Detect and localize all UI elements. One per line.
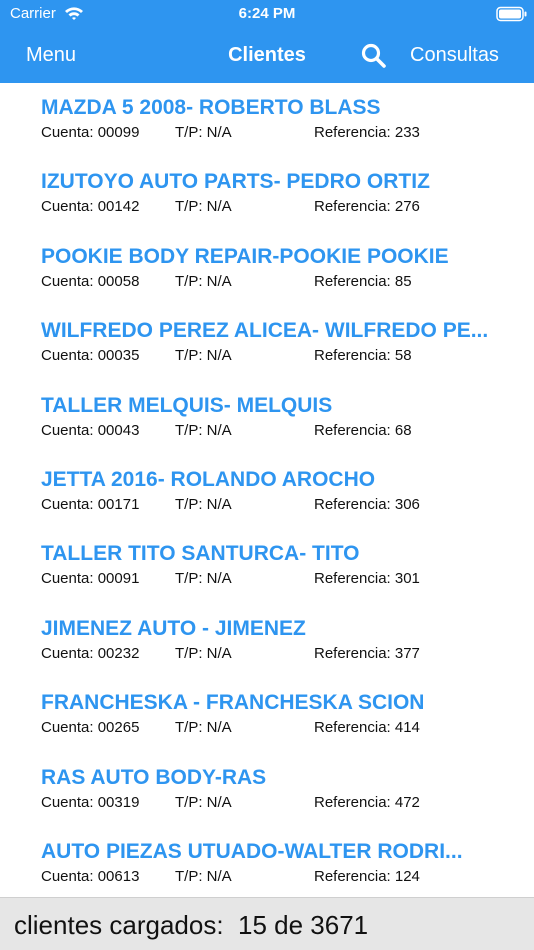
client-details: Cuenta: 00142 T/P: N/A Referencia: 276 (41, 197, 521, 217)
app-screen: Carrier 6:24 PM Menu Clientes Consultas (0, 0, 534, 950)
list-item[interactable]: IZUTOYO AUTO PARTS- PEDRO ORTIZ Cuenta: … (0, 157, 534, 231)
client-account: Cuenta: 00043 (41, 421, 140, 439)
list-item[interactable]: TALLER MELQUIS- MELQUIS Cuenta: 00043 T/… (0, 381, 534, 455)
client-account: Cuenta: 00058 (41, 272, 140, 290)
list-item[interactable]: AUTO PIEZAS UTUADO-WALTER RODRI... Cuent… (0, 827, 534, 897)
client-tp: T/P: N/A (175, 495, 232, 513)
client-account: Cuenta: 00232 (41, 644, 140, 662)
client-details: Cuenta: 00091 T/P: N/A Referencia: 301 (41, 569, 521, 589)
client-details: Cuenta: 00035 T/P: N/A Referencia: 58 (41, 346, 521, 366)
list-item[interactable]: WILFREDO PEREZ ALICEA- WILFREDO PE... Cu… (0, 306, 534, 380)
client-reference: Referencia: 306 (314, 495, 420, 513)
client-details: Cuenta: 00171 T/P: N/A Referencia: 306 (41, 495, 521, 515)
client-tp: T/P: N/A (175, 570, 232, 588)
client-reference: Referencia: 472 (314, 793, 420, 811)
client-list[interactable]: MAZDA 5 2008- ROBERTO BLASS Cuenta: 0009… (0, 83, 534, 897)
client-details: Cuenta: 00265 T/P: N/A Referencia: 414 (41, 718, 521, 738)
client-reference: Referencia: 124 (314, 867, 420, 885)
consultas-button[interactable]: Consultas (410, 42, 499, 68)
status-time: 6:24 PM (238, 5, 296, 22)
client-name: TALLER MELQUIS- MELQUIS (41, 393, 333, 417)
client-account: Cuenta: 00091 (41, 570, 140, 588)
client-name: FRANCHESKA - FRANCHESKA SCION (41, 691, 425, 715)
client-account: Cuenta: 00265 (41, 719, 140, 737)
client-tp: T/P: N/A (175, 793, 232, 811)
search-icon[interactable] (360, 42, 388, 70)
list-item[interactable]: FRANCHESKA - FRANCHESKA SCION Cuenta: 00… (0, 678, 534, 752)
client-details: Cuenta: 00058 T/P: N/A Referencia: 85 (41, 272, 521, 292)
client-account: Cuenta: 00613 (41, 867, 140, 885)
client-reference: Referencia: 276 (314, 198, 420, 216)
list-item[interactable]: JETTA 2016- ROLANDO AROCHO Cuenta: 00171… (0, 455, 534, 529)
client-reference: Referencia: 377 (314, 644, 420, 662)
client-reference: Referencia: 68 (314, 421, 412, 439)
client-tp: T/P: N/A (175, 198, 232, 216)
client-reference: Referencia: 233 (314, 124, 420, 141)
client-tp: T/P: N/A (175, 347, 232, 365)
client-account: Cuenta: 00171 (41, 495, 140, 513)
client-reference: Referencia: 301 (314, 570, 420, 588)
client-name: IZUTOYO AUTO PARTS- PEDRO ORTIZ (41, 170, 430, 194)
footer-bar: clientes cargados: 15 de 3671 (0, 897, 534, 950)
client-reference: Referencia: 58 (314, 347, 412, 365)
client-details: Cuenta: 00613 T/P: N/A Referencia: 124 (41, 867, 521, 887)
client-reference: Referencia: 414 (314, 719, 420, 737)
loaded-count-label: clientes cargados: 15 de 3671 (14, 910, 369, 940)
client-tp: T/P: N/A (175, 644, 232, 662)
header: Carrier 6:24 PM Menu Clientes Consultas (0, 0, 534, 83)
list-item[interactable]: MAZDA 5 2008- ROBERTO BLASS Cuenta: 0009… (0, 83, 534, 157)
nav-bar: Menu Clientes Consultas (0, 36, 534, 76)
client-name: WILFREDO PEREZ ALICEA- WILFREDO PE... (41, 319, 489, 343)
client-name: TALLER TITO SANTURCA- TITO (41, 542, 360, 566)
client-tp: T/P: N/A (175, 421, 232, 439)
client-account: Cuenta: 00319 (41, 793, 140, 811)
client-tp: T/P: N/A (175, 272, 232, 290)
client-name: MAZDA 5 2008- ROBERTO BLASS (41, 96, 381, 119)
client-details: Cuenta: 00099 T/P: N/A Referencia: 233 (41, 123, 521, 143)
client-name: JIMENEZ AUTO - JIMENEZ (41, 616, 306, 640)
client-details: Cuenta: 00319 T/P: N/A Referencia: 472 (41, 793, 521, 813)
status-bar: Carrier 6:24 PM (0, 0, 534, 30)
client-details: Cuenta: 00232 T/P: N/A Referencia: 377 (41, 644, 521, 664)
client-name: POOKIE BODY REPAIR-POOKIE POOKIE (41, 244, 449, 268)
list-item[interactable]: JIMENEZ AUTO - JIMENEZ Cuenta: 00232 T/P… (0, 604, 534, 678)
list-item[interactable]: TALLER TITO SANTURCA- TITO Cuenta: 00091… (0, 529, 534, 603)
client-account: Cuenta: 00099 (41, 124, 140, 141)
client-tp: T/P: N/A (175, 719, 232, 737)
client-tp: T/P: N/A (175, 867, 232, 885)
client-tp: T/P: N/A (175, 124, 232, 141)
client-name: AUTO PIEZAS UTUADO-WALTER RODRI... (41, 839, 463, 863)
list-item[interactable]: POOKIE BODY REPAIR-POOKIE POOKIE Cuenta:… (0, 232, 534, 306)
client-name: RAS AUTO BODY-RAS (41, 765, 267, 789)
client-reference: Referencia: 85 (314, 272, 412, 290)
client-details: Cuenta: 00043 T/P: N/A Referencia: 68 (41, 421, 521, 441)
client-account: Cuenta: 00142 (41, 198, 140, 216)
menu-button[interactable]: Menu (26, 42, 76, 68)
client-name: JETTA 2016- ROLANDO AROCHO (41, 467, 376, 491)
battery-icon (496, 6, 527, 22)
list-item[interactable]: RAS AUTO BODY-RAS Cuenta: 00319 T/P: N/A… (0, 753, 534, 827)
client-account: Cuenta: 00035 (41, 347, 140, 365)
